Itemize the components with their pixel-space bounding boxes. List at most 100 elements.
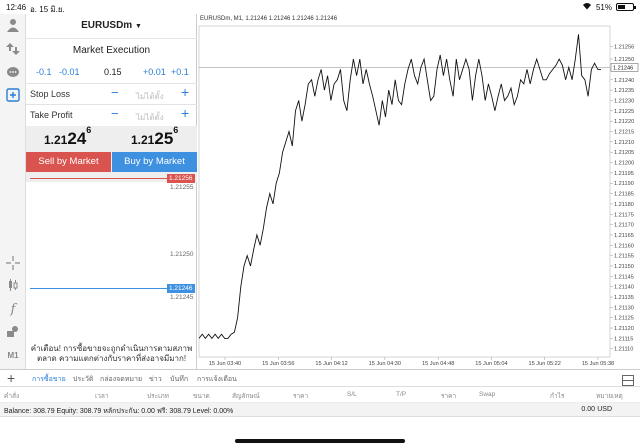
y-tick-label: 1.21215 — [614, 130, 634, 136]
buy-price: 1.21256 — [131, 125, 179, 148]
col-tp: T/P — [396, 391, 407, 398]
chevron-down-icon: ▼ — [134, 23, 142, 30]
y-tick-label: 1.21170 — [614, 223, 634, 229]
status-bar: 12:46 อ. 15 มิ.ย. 51% — [0, 0, 640, 14]
balance-text: Balance: 308.79 Equity: 308.79 หลักประกั… — [4, 408, 234, 415]
buy-button[interactable]: Buy by Market — [112, 152, 197, 172]
currency: USD — [597, 406, 612, 413]
y-tick-label: 1.21165 — [614, 233, 634, 239]
col-time: เวลา — [95, 393, 109, 400]
y-tick-label: 1.21256 — [614, 45, 634, 51]
level-top: 1.21255 — [170, 184, 194, 191]
tab-news[interactable]: ข่าว — [149, 374, 162, 385]
col-sl: S/L — [347, 391, 357, 398]
x-tick-label: 15 Jun 05:38 — [582, 361, 614, 367]
y-tick-label: 1.21110 — [614, 347, 633, 353]
level-bottom: 1.21245 — [170, 294, 194, 301]
x-tick-label: 15 Jun 04:30 — [369, 361, 401, 367]
bid-label: 1.21246 — [167, 284, 195, 293]
wifi-icon — [582, 2, 592, 12]
col-symbol: สัญลักษณ์ — [232, 393, 260, 400]
new-order-icon[interactable] — [5, 88, 21, 104]
price-chart[interactable]: EURUSDm, M1, 1.21246 1.21246 1.21246 1.2… — [197, 14, 640, 369]
x-tick-label: 15 Jun 03:40 — [209, 361, 241, 367]
col-comment: หมายเหตุ — [596, 393, 623, 400]
y-tick-label: 1.21160 — [614, 243, 634, 249]
col-price2: ราคา — [441, 393, 457, 400]
execution-type[interactable]: Market Execution — [26, 45, 197, 56]
stop-loss-input[interactable]: ไม่ได้ตั้ง — [136, 90, 164, 103]
col-order: คำสั่ง — [4, 393, 20, 400]
terminal-tabs: + การซื้อขาย ประวัติ กล่องจดหมาย ข่าว บั… — [0, 369, 640, 388]
x-tick-label: 15 Jun 04:12 — [315, 361, 347, 367]
volume-minus-large[interactable]: -0.1 — [36, 67, 52, 77]
volume-value[interactable]: 0.15 — [104, 67, 122, 77]
y-tick-label: 1.21130 — [614, 305, 634, 311]
y-tick-label: 1.21220 — [614, 119, 634, 125]
take-profit-minus[interactable]: − — [111, 106, 119, 121]
volume-plus-large[interactable]: +0.1 — [171, 67, 189, 77]
clock: 12:46 — [6, 3, 27, 12]
tab-trade[interactable]: การซื้อขาย — [32, 374, 66, 388]
orders-header: คำสั่ง เวลา ประเภท ขนาด สัญลักษณ์ ราคา S… — [0, 387, 640, 403]
tab-alerts[interactable]: การแจ้งเตือน — [197, 374, 237, 385]
add-icon[interactable]: + — [7, 370, 15, 386]
tab-journal[interactable]: บันทึก — [170, 374, 188, 385]
symbol-selector[interactable]: EURUSDm ▼ — [26, 20, 197, 31]
indicators-icon[interactable]: f — [5, 302, 21, 318]
y-tick-label: 1.21205 — [614, 150, 634, 156]
stop-loss-label: Stop Loss — [30, 89, 71, 99]
battery-icon — [616, 3, 636, 11]
y-tick-label: 1.21250 — [614, 57, 634, 63]
col-price: ราคา — [293, 393, 309, 400]
tab-mailbox[interactable]: กล่องจดหมาย — [100, 374, 142, 385]
x-tick-label: 15 Jun 05:04 — [475, 361, 507, 367]
x-tick-label: 15 Jun 03:56 — [262, 361, 294, 367]
y-tick-label: 1.21240 — [614, 78, 634, 84]
user-icon[interactable] — [5, 18, 21, 34]
sell-price: 1.21246 — [44, 125, 92, 148]
ask-label: 1.21256 — [167, 174, 195, 183]
sell-button[interactable]: Sell by Market — [26, 152, 111, 172]
take-profit-label: Take Profit — [30, 110, 73, 120]
bid-line — [30, 288, 167, 289]
chart-canvas[interactable]: 1.212561.212501.212451.212401.212351.212… — [197, 14, 640, 369]
y-tick-label: 1.21225 — [614, 109, 634, 115]
y-tick-label: 1.21135 — [614, 295, 634, 301]
x-tick-label: 15 Jun 05:22 — [529, 361, 561, 367]
y-tick-label: 1.21145 — [614, 274, 634, 280]
home-indicator[interactable] — [235, 439, 405, 443]
take-profit-plus[interactable]: + — [181, 105, 189, 121]
y-tick-label: 1.21230 — [614, 98, 634, 104]
y-tick-label: 1.21175 — [614, 212, 634, 218]
stop-loss-plus[interactable]: + — [181, 84, 189, 100]
take-profit-input[interactable]: ไม่ได้ตั้ง — [136, 111, 164, 124]
objects-icon[interactable] — [5, 324, 21, 340]
y-tick-label: 1.21120 — [614, 326, 634, 332]
stop-loss-minus[interactable]: − — [111, 85, 119, 100]
y-tick-label: 1.21180 — [614, 202, 634, 208]
volume-minus-small[interactable]: -0.01 — [59, 67, 80, 77]
y-tick-label: 1.21115 — [614, 336, 633, 342]
x-tick-label: 15 Jun 04:48 — [422, 361, 454, 367]
battery-percent: 51% — [595, 2, 612, 12]
arrows-icon[interactable] — [5, 42, 21, 58]
crosshair-icon[interactable] — [5, 256, 21, 272]
tab-history[interactable]: ประวัติ — [73, 374, 93, 385]
y-tick-label: 1.21185 — [614, 192, 634, 198]
timeframe-icon[interactable]: M1 — [5, 348, 21, 364]
volume-plus-small[interactable]: +0.01 — [143, 67, 166, 77]
total-profit: 0.00 — [581, 406, 595, 413]
y-tick-label: 1.21125 — [614, 316, 634, 322]
y-tick-label: 1.21235 — [614, 88, 634, 94]
balance-row: Balance: 308.79 Equity: 308.79 หลักประกั… — [0, 403, 640, 417]
level-mid: 1.21250 — [170, 251, 194, 258]
y-tick-label: 1.21150 — [614, 264, 634, 270]
ask-line — [30, 178, 167, 179]
col-size: ขนาด — [193, 393, 210, 400]
candles-icon[interactable] — [5, 278, 21, 294]
symbol-name: EURUSDm — [81, 20, 133, 31]
col-profit: กำไร — [550, 393, 565, 400]
chat-icon[interactable] — [5, 66, 21, 82]
warning-text: คำเตือน! การซื้อขายจะถูกดำเนินการตามสภาพ… — [30, 344, 193, 363]
